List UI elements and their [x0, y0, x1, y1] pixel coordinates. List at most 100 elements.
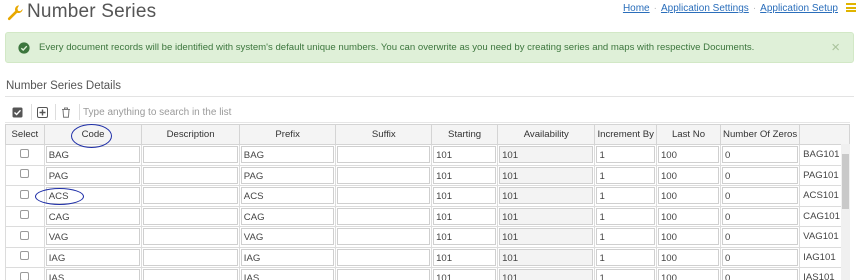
zeros-field[interactable]: 0 — [722, 269, 799, 280]
row-checkbox[interactable] — [20, 189, 30, 199]
suffix-field[interactable] — [337, 248, 431, 266]
increment-field[interactable]: 1 — [596, 269, 655, 280]
suffix-field[interactable] — [337, 166, 431, 184]
zeros-field[interactable]: 0 — [722, 228, 799, 246]
check-all-icon — [12, 107, 22, 117]
application-settings-link[interactable]: Application Settings — [661, 3, 749, 14]
last-no-field[interactable]: 100 — [657, 228, 720, 246]
last-no-field[interactable]: 100 — [657, 146, 720, 164]
link-separator: · — [752, 3, 757, 14]
column-header-description[interactable]: Description — [141, 124, 240, 145]
suffix-field[interactable] — [337, 187, 431, 205]
availability-field[interactable]: 101 — [499, 207, 594, 225]
prefix-field[interactable]: BAG — [240, 146, 335, 164]
scrollbar-thumb[interactable] — [842, 154, 849, 209]
last-no-field[interactable]: 100 — [657, 248, 720, 266]
column-header-increment-by[interactable]: Increment By — [594, 124, 657, 145]
suffix-field[interactable] — [337, 228, 431, 246]
availability-field[interactable]: 101 — [499, 228, 594, 246]
add-button[interactable] — [32, 103, 52, 121]
cell-code: IAG — [43, 246, 143, 268]
row-checkbox[interactable] — [20, 271, 30, 280]
last-no-field[interactable]: 100 — [657, 187, 720, 205]
starting-field[interactable]: 101 — [433, 187, 497, 205]
column-header-suffix[interactable]: Suffix — [335, 124, 433, 145]
column-header-availability[interactable]: Availability — [497, 124, 596, 145]
increment-field[interactable]: 1 — [596, 146, 655, 164]
starting-field[interactable]: 101 — [433, 269, 497, 280]
zeros-field[interactable]: 0 — [722, 187, 799, 205]
cell-increment: 1 — [594, 226, 657, 248]
suffix-field[interactable] — [337, 269, 431, 280]
increment-field[interactable]: 1 — [596, 187, 655, 205]
description-field[interactable] — [143, 207, 238, 225]
zeros-field[interactable]: 0 — [722, 207, 799, 225]
home-link[interactable]: Home — [623, 3, 650, 14]
cell-increment: 1 — [594, 267, 657, 280]
code-field[interactable]: PAG — [45, 166, 141, 184]
starting-field[interactable]: 101 — [433, 166, 497, 184]
starting-field[interactable]: 101 — [433, 146, 497, 164]
column-header-preview[interactable] — [799, 124, 850, 145]
row-checkbox[interactable] — [20, 210, 30, 220]
row-checkbox[interactable] — [20, 251, 30, 261]
code-field[interactable]: IAS — [45, 269, 141, 280]
description-field[interactable] — [143, 248, 238, 266]
column-header-number-of-zeros[interactable]: Number Of Zeros — [720, 124, 801, 145]
suffix-field[interactable] — [337, 207, 431, 225]
availability-field[interactable]: 101 — [499, 146, 594, 164]
zeros-field[interactable]: 0 — [722, 248, 799, 266]
starting-field[interactable]: 101 — [433, 207, 497, 225]
code-field[interactable]: IAG — [45, 248, 141, 266]
prefix-field[interactable]: PAG — [240, 166, 335, 184]
close-icon[interactable]: × — [831, 39, 840, 56]
cell-last-no: 100 — [655, 144, 722, 166]
column-header-prefix[interactable]: Prefix — [238, 124, 337, 145]
menu-icon[interactable] — [846, 3, 856, 12]
suffix-field[interactable] — [337, 146, 431, 164]
column-header-starting[interactable]: Starting — [431, 124, 499, 145]
row-checkbox[interactable] — [20, 230, 30, 240]
code-field[interactable]: BAG — [45, 146, 141, 164]
row-checkbox[interactable] — [20, 169, 30, 179]
code-field[interactable]: CAG — [45, 207, 141, 225]
description-field[interactable] — [143, 187, 238, 205]
prefix-field[interactable]: IAG — [240, 248, 335, 266]
prefix-field[interactable]: IAS — [240, 269, 335, 280]
table-row: BAG BAG 101 101 1 100 0 BAG101 — [5, 144, 850, 166]
description-field[interactable] — [143, 146, 238, 164]
column-header-code[interactable]: Code — [43, 124, 143, 145]
series-table: Select Code Description Prefix Suffix Startin… — [5, 124, 850, 280]
increment-field[interactable]: 1 — [596, 248, 655, 266]
table-row: PAG PAG 101 101 1 100 0 PAG101 — [5, 164, 850, 186]
description-field[interactable] — [143, 228, 238, 246]
prefix-field[interactable]: VAG — [240, 228, 335, 246]
row-checkbox[interactable] — [20, 148, 30, 158]
prefix-field[interactable]: ACS — [240, 187, 335, 205]
zeros-field[interactable]: 0 — [722, 166, 799, 184]
prefix-field[interactable]: CAG — [240, 207, 335, 225]
description-field[interactable] — [143, 166, 238, 184]
availability-field[interactable]: 101 — [499, 166, 594, 184]
increment-field[interactable]: 1 — [596, 166, 655, 184]
last-no-field[interactable]: 100 — [657, 166, 720, 184]
code-field[interactable]: VAG — [45, 228, 141, 246]
delete-button[interactable] — [56, 103, 76, 121]
availability-field[interactable]: 101 — [499, 269, 594, 280]
availability-field[interactable]: 101 — [499, 248, 594, 266]
search-input[interactable] — [83, 103, 483, 121]
last-no-field[interactable]: 100 — [657, 207, 720, 225]
zeros-field[interactable]: 0 — [722, 146, 799, 164]
code-field[interactable]: ACS — [45, 187, 141, 205]
starting-field[interactable]: 101 — [433, 228, 497, 246]
vertical-scrollbar[interactable] — [841, 144, 850, 280]
column-header-last-no[interactable]: Last No — [655, 124, 722, 145]
increment-field[interactable]: 1 — [596, 207, 655, 225]
check-all-button[interactable] — [7, 103, 27, 121]
last-no-field[interactable]: 100 — [657, 269, 720, 280]
description-field[interactable] — [143, 269, 238, 280]
availability-field[interactable]: 101 — [499, 187, 594, 205]
application-setup-link[interactable]: Application Setup — [760, 3, 838, 14]
increment-field[interactable]: 1 — [596, 228, 655, 246]
starting-field[interactable]: 101 — [433, 248, 497, 266]
